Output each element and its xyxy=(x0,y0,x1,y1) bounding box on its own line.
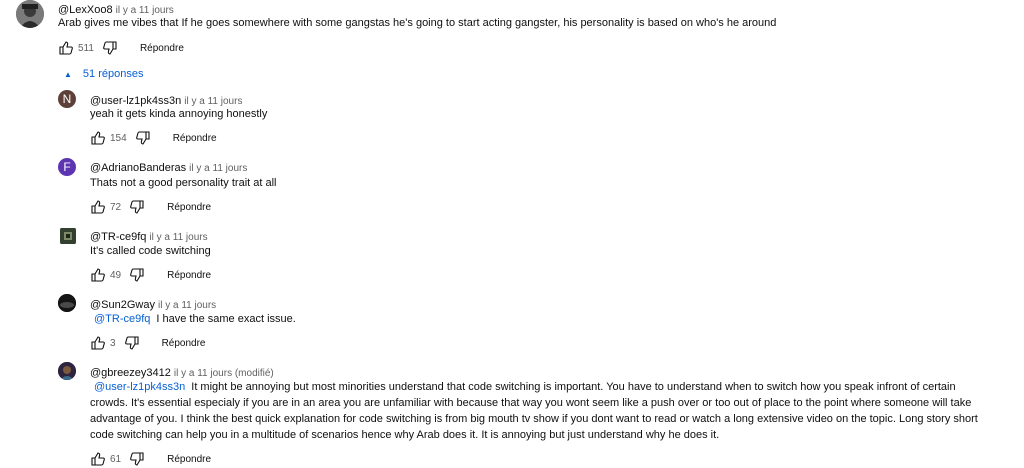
avatar[interactable] xyxy=(58,362,76,380)
reply-text: advantage of you. I think the best quick… xyxy=(90,413,978,425)
reply-actions: 49 Répondre xyxy=(90,266,211,284)
like-icon[interactable] xyxy=(90,199,106,215)
reply-button[interactable]: Répondre xyxy=(162,338,206,349)
dislike-icon[interactable] xyxy=(135,130,151,146)
like-icon[interactable] xyxy=(90,130,106,146)
avatar-image-icon xyxy=(60,228,76,244)
caret-up-icon: ▲ xyxy=(64,69,72,79)
comment-text: Arab gives me vibes that If he goes some… xyxy=(58,17,777,29)
like-count: 72 xyxy=(110,201,122,213)
dislike-icon[interactable] xyxy=(124,335,140,351)
comment-actions: 511 Répondre xyxy=(58,39,184,57)
replies-toggle-button[interactable]: ▲ 51 réponses xyxy=(64,68,143,80)
reply-text: yeah it gets kinda annoying honestly xyxy=(90,108,268,120)
reply-text: code switching can help you in a multitu… xyxy=(90,429,720,441)
like-count: 511 xyxy=(78,42,94,54)
dislike-icon[interactable] xyxy=(129,267,145,283)
avatar[interactable] xyxy=(58,294,76,312)
like-icon[interactable] xyxy=(58,40,74,56)
reply-text: crowds. It's essential especialy if you … xyxy=(90,397,972,409)
reply-time[interactable]: il y a 11 jours xyxy=(189,163,247,174)
like-icon[interactable] xyxy=(90,335,106,351)
like-icon[interactable] xyxy=(90,451,106,467)
reply-text-line: @TR-ce9fq I have the same exact issue. xyxy=(94,311,296,327)
reply-actions: 3 Répondre xyxy=(90,334,205,352)
mention-link[interactable]: @TR-ce9fq xyxy=(94,313,150,325)
reply-button[interactable]: Répondre xyxy=(167,270,211,281)
avatar[interactable] xyxy=(16,0,44,28)
reply-button[interactable]: Répondre xyxy=(167,454,211,465)
like-count: 154 xyxy=(110,132,127,144)
dislike-icon[interactable] xyxy=(129,451,145,467)
reply-text: It's called code switching xyxy=(90,245,211,257)
reply-author[interactable]: @gbreezey3412 xyxy=(90,367,171,379)
dislike-icon[interactable] xyxy=(102,40,118,56)
reply-text: Thats not a good personality trait at al… xyxy=(90,177,277,189)
like-count: 49 xyxy=(110,269,122,281)
reply-author[interactable]: @Sun2Gway xyxy=(90,299,155,311)
reply-button[interactable]: Répondre xyxy=(167,202,211,213)
avatar-image-icon xyxy=(58,294,76,312)
reply-author[interactable]: @TR-ce9fq xyxy=(90,231,146,243)
reply-actions: 72 Répondre xyxy=(90,198,211,216)
reply-button[interactable]: Répondre xyxy=(173,133,217,144)
avatar[interactable]: F xyxy=(58,158,76,176)
reply-author[interactable]: @AdrianoBanderas xyxy=(90,162,186,174)
reply-text: I have the same exact issue. xyxy=(156,313,296,325)
reply-text: It might be annoying but most minorities… xyxy=(191,381,956,393)
avatar-image-icon xyxy=(58,362,76,380)
reply-actions: 154 Répondre xyxy=(90,129,217,147)
reply-time[interactable]: il y a 11 jours xyxy=(149,232,207,243)
like-icon[interactable] xyxy=(90,267,106,283)
reply-time[interactable]: il y a 11 jours xyxy=(158,300,216,311)
comment-header: @LexXoo8 il y a 11 jours xyxy=(58,0,174,16)
reply-actions: 61 Répondre xyxy=(90,450,211,468)
reply-time[interactable]: il y a 11 jours (modifié) xyxy=(174,368,274,379)
reply-header: @AdrianoBanderas il y a 11 jours xyxy=(90,158,247,176)
like-count: 3 xyxy=(110,337,116,349)
avatar-image-icon xyxy=(16,0,44,28)
avatar[interactable] xyxy=(60,228,76,244)
reply-button[interactable]: Répondre xyxy=(140,43,184,54)
mention-link[interactable]: @user-lz1pk4ss3n xyxy=(94,381,185,393)
avatar[interactable]: N xyxy=(58,90,76,108)
dislike-icon[interactable] xyxy=(129,199,145,215)
replies-count-label: 51 réponses xyxy=(82,68,144,80)
like-count: 61 xyxy=(110,453,122,465)
reply-text-line: @user-lz1pk4ss3n It might be annoying but… xyxy=(94,379,956,395)
